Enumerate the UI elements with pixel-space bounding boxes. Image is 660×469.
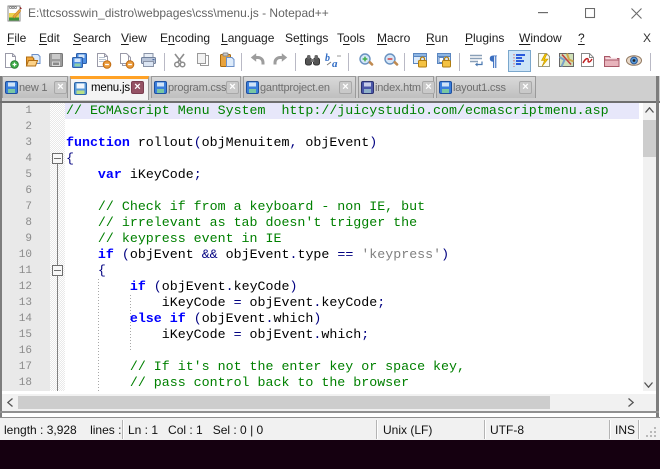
svg-text:b: b	[325, 53, 330, 64]
svg-text:a: a	[332, 58, 338, 69]
svg-text:¶: ¶	[489, 53, 498, 69]
